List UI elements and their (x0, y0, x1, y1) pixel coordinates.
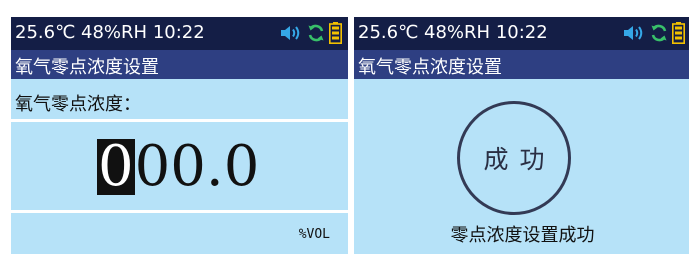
volume-icon (281, 26, 300, 40)
status-readout: 25.6℃ 48%RH 10:22 (358, 22, 548, 43)
zero-setting-screen: 25.6℃ 48%RH 10:22 氧气零点浓度设置 氧气零点浓度： 0 00.… (11, 17, 348, 254)
battery-icon (672, 22, 685, 44)
unit-row: %VOL (11, 216, 348, 254)
zero-concentration-value[interactable]: 0 00.0 (97, 134, 259, 200)
value-remaining-digits: 00.0 (134, 134, 260, 199)
status-icons (619, 22, 685, 44)
screen-title: 氧气零点浓度设置 (358, 57, 502, 78)
status-readout: 25.6℃ 48%RH 10:22 (15, 22, 205, 43)
success-message: 零点浓度设置成功 (450, 225, 595, 246)
title-bar: 氧气零点浓度设置 (11, 50, 348, 79)
field-label-row: 氧气零点浓度： (11, 79, 348, 122)
sync-icon (308, 24, 324, 42)
success-circle: 成功 (457, 101, 571, 215)
unit-label: %VOL (298, 227, 330, 242)
volume-icon (624, 26, 643, 40)
status-icons (276, 22, 342, 44)
status-bar: 25.6℃ 48%RH 10:22 (354, 17, 689, 50)
cursor-digit[interactable]: 0 (97, 139, 135, 195)
zero-setting-success-screen: 25.6℃ 48%RH 10:22 氧气零点浓度设置 成功 零点浓度设置成功 (354, 17, 689, 254)
sync-icon (651, 24, 667, 42)
temperature-readout: 25.6℃ (15, 22, 76, 43)
status-bar: 25.6℃ 48%RH 10:22 (11, 17, 348, 50)
clock-time: 10:22 (495, 22, 548, 43)
temperature-readout: 25.6℃ (358, 22, 419, 43)
title-bar: 氧气零点浓度设置 (354, 50, 689, 79)
value-entry-area[interactable]: 0 00.0 (11, 125, 348, 213)
success-circle-text: 成功 (483, 145, 556, 174)
clock-time: 10:22 (152, 22, 205, 43)
screen-title: 氧气零点浓度设置 (15, 57, 159, 78)
battery-icon (329, 22, 342, 44)
humidity-readout: 48%RH (81, 22, 148, 43)
field-label: 氧气零点浓度： (15, 94, 141, 115)
humidity-readout: 48%RH (424, 22, 491, 43)
